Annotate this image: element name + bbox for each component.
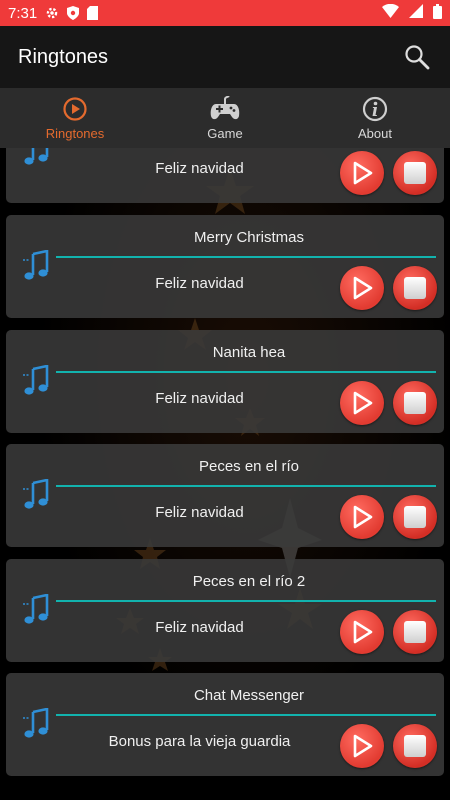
play-icon — [353, 620, 373, 644]
ringtone-card: Chat Messenger Bonus para la vieja guard… — [6, 673, 444, 776]
music-note-icon — [20, 593, 52, 626]
play-icon — [353, 276, 373, 300]
play-icon — [353, 391, 373, 415]
music-note-icon — [20, 707, 52, 740]
stop-icon — [404, 735, 426, 757]
play-button[interactable] — [340, 381, 384, 425]
ringtone-subtitle: Feliz navidad — [155, 160, 244, 177]
progress-bar[interactable] — [56, 714, 436, 716]
ringtone-subtitle: Bonus para la vieja guardia — [108, 733, 291, 750]
play-circle-icon — [62, 95, 88, 123]
ringtone-card: Feliz navidad — [6, 148, 444, 203]
progress-bar[interactable] — [56, 600, 436, 602]
info-icon — [362, 95, 388, 123]
play-icon — [353, 161, 373, 185]
progress-bar[interactable] — [56, 256, 436, 258]
stop-icon — [404, 162, 426, 184]
ringtone-subtitle: Feliz navidad — [155, 504, 244, 521]
stop-button[interactable] — [393, 724, 437, 768]
battery-icon — [433, 3, 442, 23]
ringtone-title: Chat Messenger — [193, 687, 305, 704]
gear-icon — [45, 6, 59, 20]
ringtone-title: Nanita hea — [212, 344, 286, 361]
play-button[interactable] — [340, 610, 384, 654]
status-bar: 7:31 — [0, 0, 450, 26]
tab-about-label: About — [358, 126, 392, 141]
tab-ringtones[interactable]: Ringtones — [0, 88, 150, 148]
status-time: 7:31 — [8, 4, 38, 22]
tab-about[interactable]: About — [300, 88, 450, 148]
ringtone-subtitle: Feliz navidad — [155, 619, 244, 636]
app-title: Ringtones — [18, 45, 109, 68]
progress-bar[interactable] — [56, 485, 436, 487]
play-button[interactable] — [340, 495, 384, 539]
stop-button[interactable] — [393, 266, 437, 310]
ringtone-card: Nanita hea Feliz navidad — [6, 330, 444, 433]
ringtone-title: Merry Christmas — [193, 229, 304, 246]
stop-button[interactable] — [393, 381, 437, 425]
music-note-icon — [20, 148, 52, 167]
music-note-icon — [20, 364, 52, 397]
play-icon — [353, 734, 373, 758]
signal-icon — [409, 4, 423, 22]
ringtone-card: Peces en el río Feliz navidad — [6, 444, 444, 547]
play-button[interactable] — [340, 724, 384, 768]
gamepad-icon — [210, 95, 240, 123]
tab-ringtones-label: Ringtones — [45, 126, 105, 141]
stop-button[interactable] — [393, 151, 437, 195]
stop-icon — [404, 392, 426, 414]
play-button[interactable] — [340, 151, 384, 195]
ringtone-card: Merry Christmas Feliz navidad — [6, 215, 444, 318]
play-icon — [353, 505, 373, 529]
shield-icon — [67, 6, 80, 20]
wifi-icon — [382, 3, 399, 22]
stop-button[interactable] — [393, 610, 437, 654]
ringtone-list[interactable]: Feliz navidad Merry Christmas Feliz navi… — [0, 148, 450, 800]
music-note-icon — [20, 478, 52, 511]
stop-icon — [404, 277, 426, 299]
ringtone-subtitle: Feliz navidad — [155, 275, 244, 292]
tab-game-label: Game — [207, 126, 243, 141]
stop-button[interactable] — [393, 495, 437, 539]
ringtone-card: Peces en el río 2 Feliz navidad — [6, 559, 444, 662]
tab-game[interactable]: Game — [150, 88, 300, 148]
sd-card-icon — [87, 6, 99, 20]
play-button[interactable] — [340, 266, 384, 310]
ringtone-title: Peces en el río 2 — [192, 573, 306, 590]
stop-icon — [404, 621, 426, 643]
app-bar: Ringtones — [0, 26, 450, 88]
tab-bar: Ringtones Game About — [0, 88, 450, 148]
music-note-icon — [20, 249, 52, 282]
search-icon[interactable] — [402, 42, 432, 72]
progress-bar[interactable] — [56, 371, 436, 373]
ringtone-title: Peces en el río — [198, 458, 300, 475]
ringtone-subtitle: Feliz navidad — [155, 390, 244, 407]
stop-icon — [404, 506, 426, 528]
